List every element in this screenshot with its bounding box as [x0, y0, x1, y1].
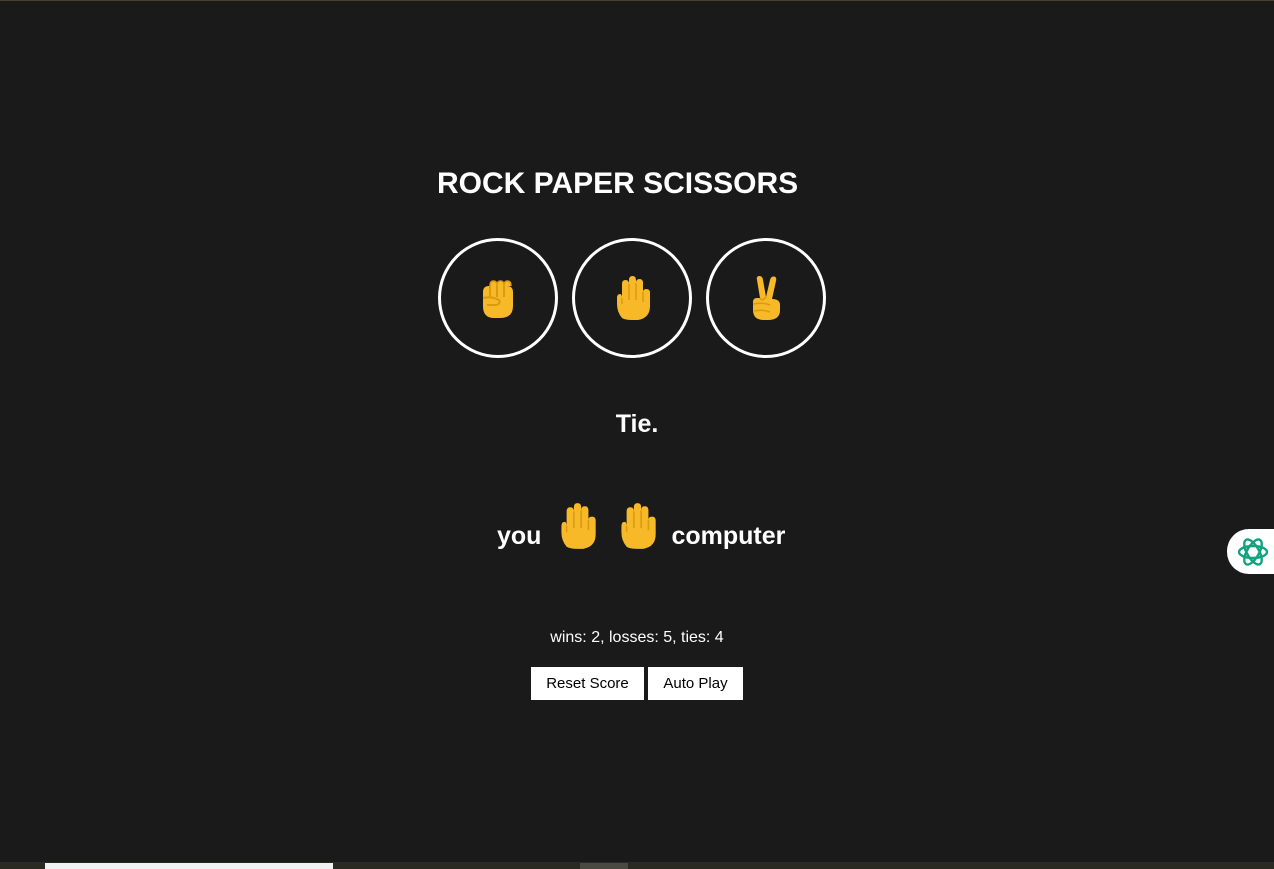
scissors-button[interactable] — [706, 238, 826, 358]
score-text: wins: 2, losses: 5, ties: 4 — [550, 629, 724, 646]
bottom-scroll-thumb[interactable] — [45, 863, 333, 869]
fist-icon — [482, 280, 513, 318]
raised-hand-icon — [621, 503, 657, 549]
rock-button[interactable] — [438, 238, 558, 358]
ai-assistant-icon — [1237, 537, 1269, 566]
raised-hand-icon — [617, 276, 650, 320]
raised-hand-icon — [561, 503, 597, 549]
auto-play-button[interactable]: Auto Play — [648, 667, 743, 700]
ai-assistant-widget[interactable] — [1227, 529, 1274, 574]
paper-button[interactable] — [572, 238, 692, 358]
bottom-indicator — [580, 863, 628, 869]
reset-score-button[interactable]: Reset Score — [531, 667, 644, 700]
moves-display: you computer — [497, 493, 785, 553]
victory-hand-icon — [752, 276, 780, 320]
result-text: Tie. — [615, 410, 659, 438]
page-title: ROCK PAPER SCISSORS — [437, 167, 799, 200]
top-border — [0, 0, 1274, 1]
computer-label: computer — [671, 522, 786, 550]
you-label: you — [497, 522, 542, 550]
